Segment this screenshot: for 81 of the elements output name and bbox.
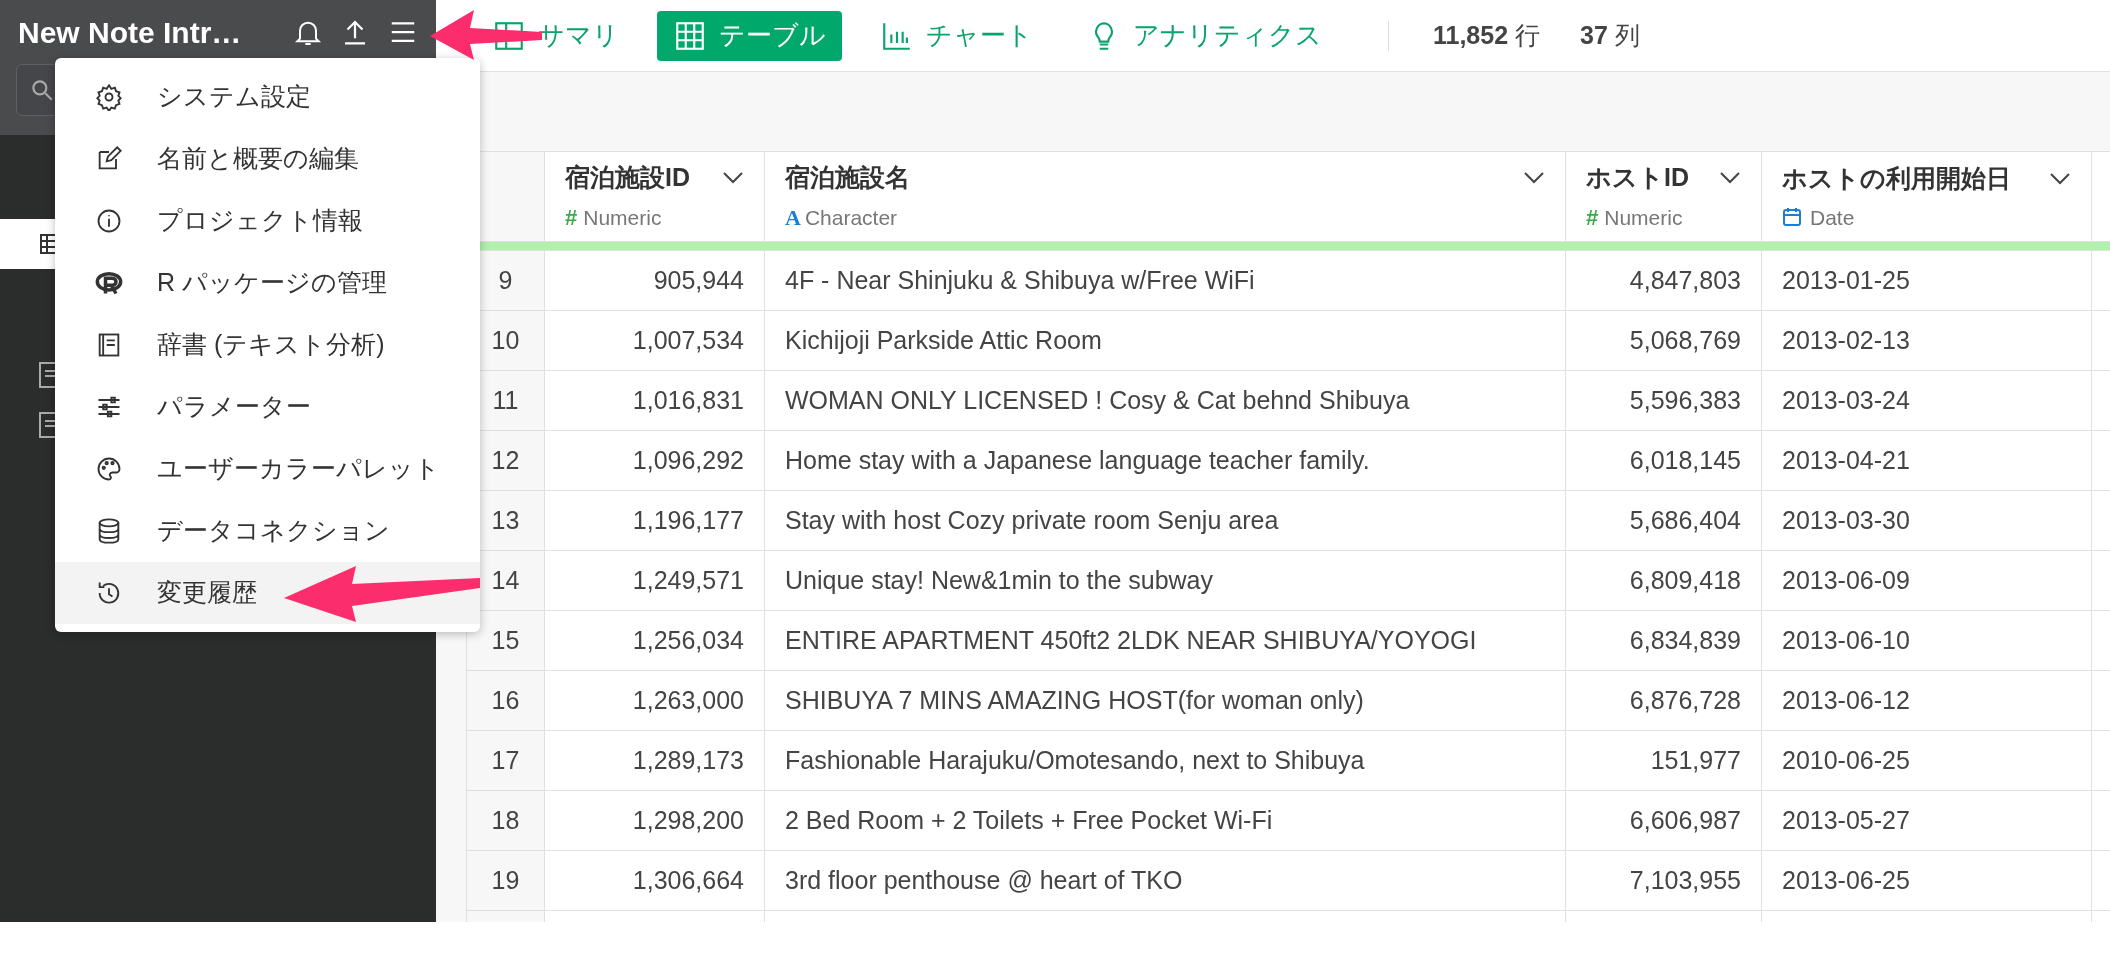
menu-item[interactable]: プロジェクト情報: [55, 190, 480, 252]
calendar-icon: [1782, 207, 1802, 228]
table-cell: SHIBUYA 7 MINS AMAZING HOST(for woman only): [764, 670, 1566, 731]
table-cell: 2 Bed Room + 2 Toilets + Free Pocket Wi-Fi: [764, 790, 1566, 851]
column-type: Numeric: [1604, 204, 1683, 231]
column-type: Character: [804, 204, 898, 231]
column-header: 宿泊施設名: [785, 162, 910, 194]
row-number: 19: [466, 850, 545, 911]
table-cell: 905,944: [544, 250, 765, 311]
table-cell: 1,306,664: [544, 850, 765, 911]
table-cell: WOMAN ONLY LICENSED ! Cosy & Cat behnd Shibuya: [764, 370, 1566, 431]
column-header: ホストの利用開始日: [1782, 163, 2011, 194]
column-header: 宿泊施設ID: [565, 162, 690, 194]
table-cell: 151,977: [1565, 730, 1762, 791]
type-symbol: #: [565, 203, 578, 232]
row-number: 16: [466, 670, 545, 731]
table-cell: 1,016,831: [544, 370, 765, 431]
note-title: New Note Intr…: [18, 14, 243, 51]
table-cell: 1,298,200: [544, 790, 765, 851]
palette-icon: [95, 455, 123, 483]
row-number: 18: [466, 790, 545, 851]
table-cell: 1,196,177: [544, 490, 765, 551]
table-cell: 5,596,383: [1565, 370, 1762, 431]
table-cell: 2013-03-30: [1761, 490, 2092, 551]
menu-item[interactable]: ユーザーカラーパレット: [55, 438, 480, 500]
chevron-icon[interactable]: [1523, 171, 1545, 185]
menu-item[interactable]: パラメーター: [55, 376, 480, 438]
menu-item[interactable]: データコネクション: [55, 500, 480, 562]
count-label: 11,852 行: [1433, 19, 1541, 51]
chevron-icon[interactable]: [722, 171, 744, 185]
column-header: ホストID: [1586, 162, 1689, 194]
table-cell: 2013-06-12: [1761, 670, 2092, 731]
table-cell: 2013-06-09: [1761, 550, 2092, 611]
column-type: Date: [1810, 204, 1855, 231]
table-cell: 5,068,769: [1565, 310, 1762, 371]
table-cell: 2013-06-10: [1761, 610, 2092, 671]
chevron-icon[interactable]: [1719, 171, 1741, 185]
table-cell: 7,103,955: [1565, 850, 1762, 911]
table-cell: 6,606,987: [1565, 790, 1762, 851]
table-cell: 4,847,803: [1565, 250, 1762, 311]
row-number: 17: [466, 730, 545, 791]
search-icon: [29, 77, 55, 103]
table-cell: 5,686,404: [1565, 490, 1762, 551]
row-number: 15: [466, 610, 545, 671]
table-cell: 1,096,292: [544, 430, 765, 491]
gear-icon: [95, 83, 123, 111]
column-type: Numeric: [583, 204, 662, 231]
table-cell: 6,018,145: [1565, 430, 1762, 491]
chevron-icon[interactable]: [2049, 171, 2071, 186]
r-icon: [95, 269, 123, 297]
table-cell: 6,809,418: [1565, 550, 1762, 611]
table-cell: 4F - Near Shinjuku & Shibuya w/Free WiFi: [764, 250, 1566, 311]
table-cell: 2013-03-24: [1761, 370, 2092, 431]
menu-item[interactable]: システム設定: [55, 66, 480, 128]
table-cell: Fashionable Harajuku/Omotesando, next to Shibuya: [764, 730, 1566, 791]
table-cell: 1,007,534: [544, 310, 765, 371]
table-cell: Stay with host Cozy private room Senju area: [764, 490, 1566, 551]
table-cell: 2010-06-25: [1761, 730, 2092, 791]
table-cell: Kichijoji Parkside Attic Room: [764, 310, 1566, 371]
count-label: 37 列: [1580, 19, 1640, 51]
menu-item[interactable]: R パッケージの管理: [55, 252, 480, 314]
type-symbol: #: [1586, 203, 1599, 232]
table-cell: Unique stay! New&1min to the subway: [764, 550, 1566, 611]
info-icon: [95, 207, 123, 235]
table-cell: 6,834,839: [1565, 610, 1762, 671]
table-cell: 1,263,000: [544, 670, 765, 731]
table-cell: Home stay with a Japanese language teacher family.: [764, 430, 1566, 491]
type-symbol: A: [785, 203, 801, 232]
table-cell: 1,249,571: [544, 550, 765, 611]
table-cell: 2013-05-27: [1761, 790, 2092, 851]
table-cell: 2013-02-13: [1761, 310, 2092, 371]
table-cell: 2013-06-25: [1761, 850, 2092, 911]
table-cell: ENTIRE APARTMENT 450ft2 2LDK NEAR SHIBUYA/YOYOGI: [764, 610, 1566, 671]
table-cell: 1,289,173: [544, 730, 765, 791]
table-cell: 2013-04-21: [1761, 430, 2092, 491]
menu-item[interactable]: 辞書 (テキスト分析): [55, 314, 480, 376]
table-cell: 1,256,034: [544, 610, 765, 671]
menu-item[interactable]: 名前と概要の編集: [55, 128, 480, 190]
table-cell: 6,876,728: [1565, 670, 1762, 731]
table-cell: 3rd floor penthouse @ heart of TKO: [764, 850, 1566, 911]
table-cell: 2013-01-25: [1761, 250, 2092, 311]
